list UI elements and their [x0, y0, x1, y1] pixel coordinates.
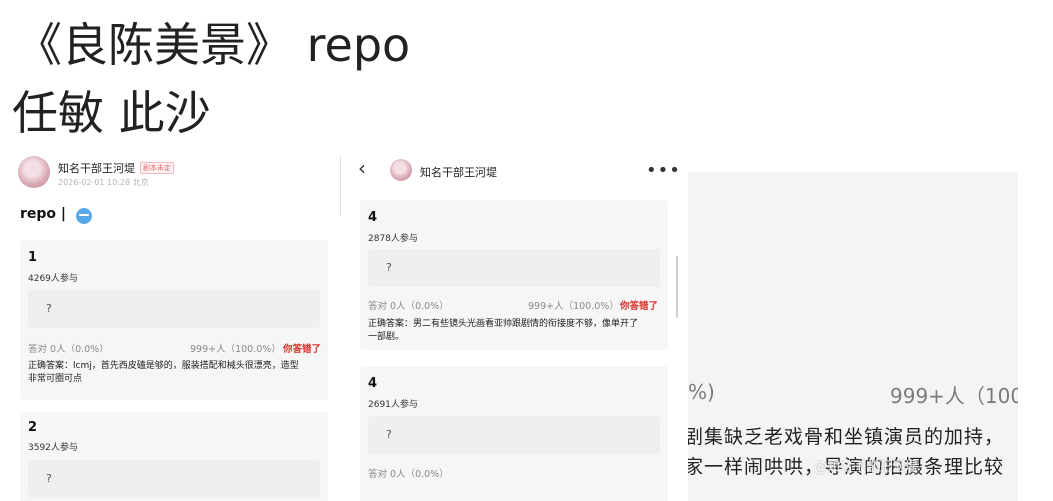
option-stat: 999+人（100.0%）: [190, 344, 281, 355]
headline-line-1: 《良陈美景》 repo: [16, 18, 411, 72]
quiz-card: 4 2691人参与 ? 答对 0人（0.0%）: [360, 366, 668, 501]
option-label: ?: [386, 428, 392, 441]
quiz-card: 1 4269人参与 ? 答对 0人（0.0%） 999+人（100.0%） 你答…: [20, 240, 328, 400]
avatar[interactable]: [18, 156, 50, 188]
headline-line-2: 任敏 此沙: [12, 86, 211, 140]
quiz-option[interactable]: ?: [368, 416, 660, 454]
option-label: ?: [46, 302, 52, 315]
scrollbar[interactable]: [676, 256, 678, 318]
option-stat: 999+人（100.0%）: [528, 301, 619, 312]
watermark: @知名干部王河堤: [814, 460, 919, 475]
quiz-number: 4: [368, 376, 378, 391]
option-stat-zoom: 999+人（100: [890, 384, 1018, 408]
quiz-number: 4: [368, 210, 378, 225]
participant-count: 4269人参与: [28, 274, 78, 284]
participant-count: 3592人参与: [28, 443, 78, 453]
quiz-option[interactable]: ?: [368, 249, 660, 287]
avatar[interactable]: [390, 159, 412, 181]
status-badge: 剧本未定: [140, 162, 174, 174]
correct-stat: 答对 0人（0.0%）: [368, 469, 449, 480]
answer-text-2: 非常可圈可点: [28, 374, 83, 384]
user-name[interactable]: 知名干部王河堤: [58, 160, 135, 176]
emoji-icon: [76, 208, 92, 224]
back-icon[interactable]: ‹: [358, 156, 366, 180]
quiz-number: 2: [28, 420, 38, 435]
answer-text-2: 一部剧。: [368, 332, 405, 342]
quiz-option[interactable]: ?: [28, 460, 320, 498]
post-meta: 2026-02-01 10:28 北京: [58, 178, 149, 187]
option-label: ?: [386, 261, 392, 274]
answer-text-1: 正确答案：lcmj，首先西皮磕是够的，服装搭配和械头很漂亮，造型: [28, 361, 299, 371]
quiz-card: 2 3592人参与 ?: [20, 412, 328, 501]
option-label: ?: [46, 472, 52, 485]
quiz-number: 1: [28, 250, 38, 265]
screenshot-panel-2: ‹ 知名干部王河堤 ••• 4 2878人参与 ? 答对 0人（0.0%） 99…: [348, 150, 678, 501]
answer-text-zoom-1: 剧集缺乏老戏骨和坐镇演员的加持，: [688, 426, 1005, 448]
divider: [340, 156, 341, 216]
participant-count: 2878人参与: [368, 234, 418, 244]
more-icon[interactable]: •••: [646, 160, 678, 181]
participant-count: 2691人参与: [368, 400, 418, 410]
post-title: repo |: [20, 206, 67, 222]
user-name[interactable]: 知名干部王河堤: [420, 164, 497, 180]
correct-stat: 答对 0人（0.0%）: [368, 301, 449, 312]
answer-text-1: 正确答案：男二有些镜头光画看亚帅跟剧情的衔接度不够，像单开了: [368, 319, 639, 329]
result-label: 你答错了: [620, 301, 659, 312]
quiz-option[interactable]: ?: [28, 290, 320, 328]
correct-stat: 答对 0人（0.0%）: [28, 344, 109, 355]
result-label: 你答错了: [283, 344, 322, 355]
screenshot-panel-3-zoom: %) 999+人（100 剧集缺乏老戏骨和坐镇演员的加持， 家一样闹哄哄，导演的…: [688, 172, 1018, 501]
correct-stat-zoom: %): [688, 380, 715, 404]
screenshot-panel-1: 知名干部王河堤 剧本未定 2026-02-01 10:28 北京 repo | …: [14, 150, 336, 501]
quiz-card: 4 2878人参与 ? 答对 0人（0.0%） 999+人（100.0%） 你答…: [360, 200, 668, 350]
